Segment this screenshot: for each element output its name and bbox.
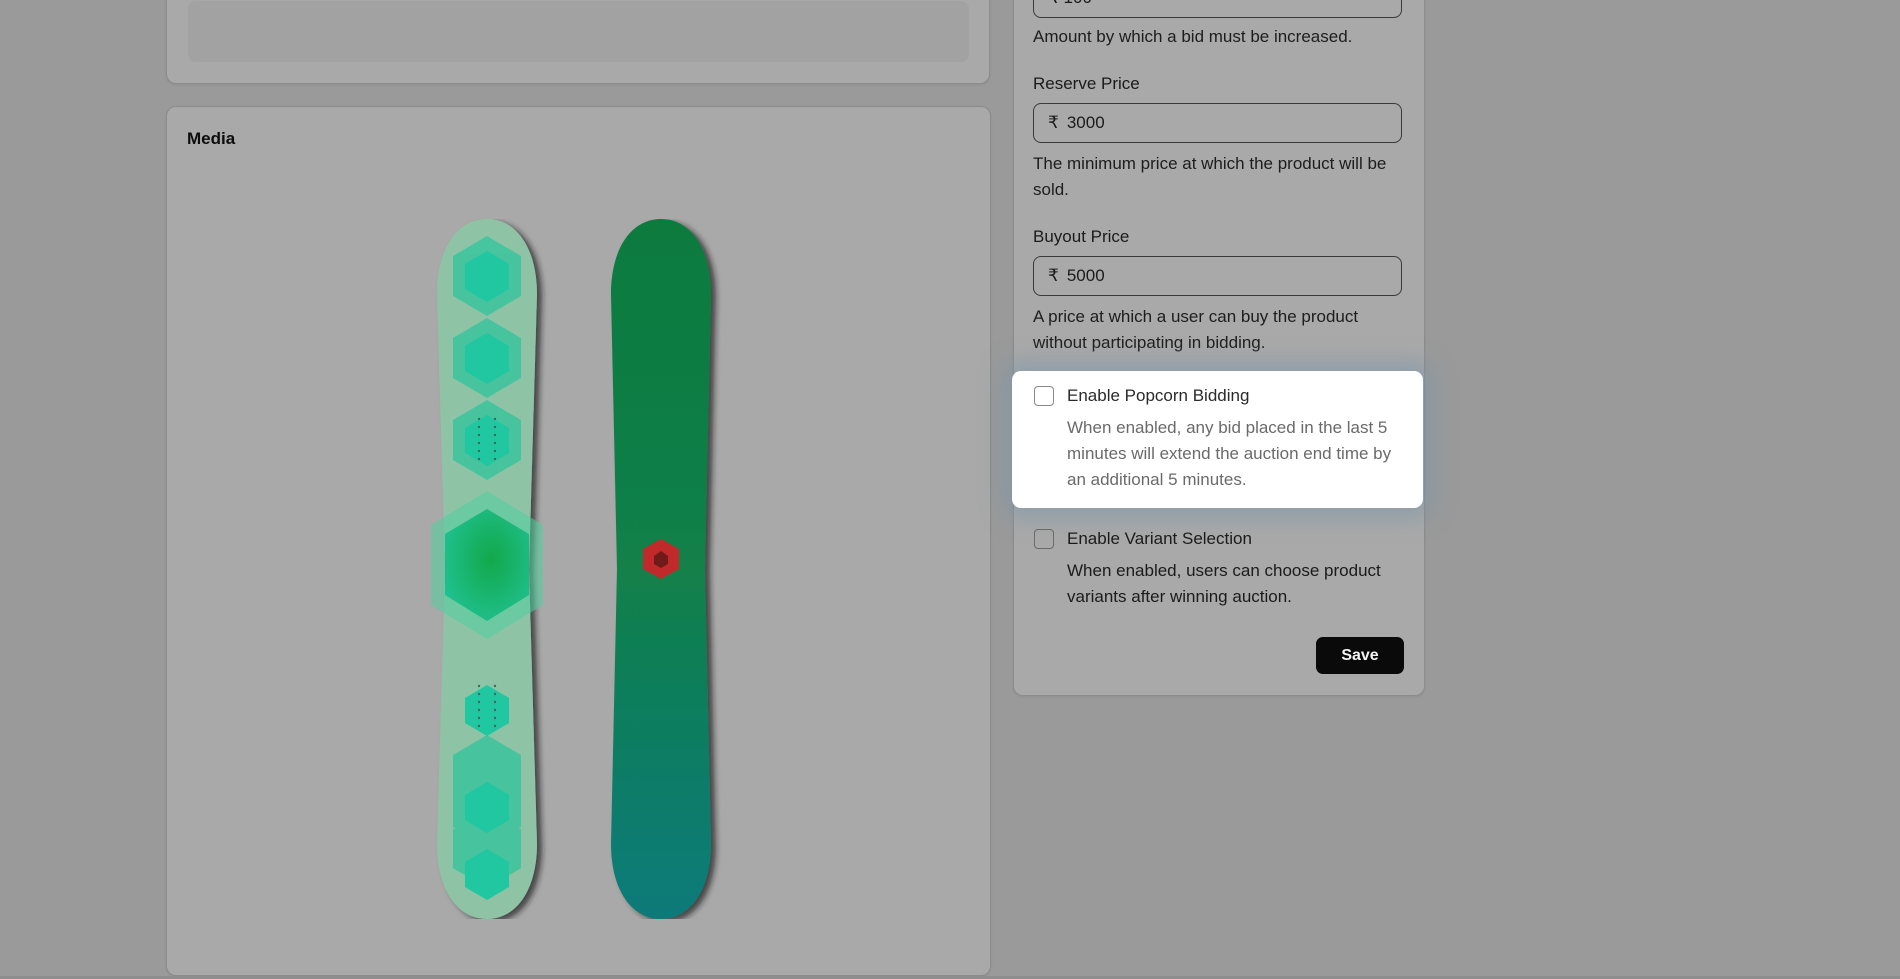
popcorn-bidding-label[interactable]: Enable Popcorn Bidding xyxy=(1067,386,1249,406)
bid-increment-help: Amount by which a bid must be increased. xyxy=(1033,27,1353,46)
previous-section-card xyxy=(166,0,990,84)
currency-symbol: ₹ xyxy=(1048,113,1059,132)
previous-section-placeholder xyxy=(188,1,969,62)
buyout-price-label: Buyout Price xyxy=(1033,227,1130,246)
bid-increment-value: ₹ 100 xyxy=(1048,0,1092,8)
variant-selection-label[interactable]: Enable Variant Selection xyxy=(1067,529,1252,549)
reserve-price-help: The minimum price at which the product w… xyxy=(1033,154,1387,199)
variant-selection-checkbox[interactable] xyxy=(1034,529,1054,549)
buyout-price-value: 5000 xyxy=(1066,266,1105,285)
buyout-price-help: A price at which a user can buy the prod… xyxy=(1033,307,1359,352)
buyout-price-input[interactable]: ₹ 5000 xyxy=(1033,256,1402,296)
product-image[interactable] xyxy=(417,219,727,919)
variant-selection-description: When enabled, users can choose product v… xyxy=(1067,561,1381,606)
popcorn-bidding-checkbox[interactable] xyxy=(1034,386,1054,406)
popcorn-bidding-description: When enabled, any bid placed in the last… xyxy=(1067,418,1392,489)
currency-symbol: ₹ xyxy=(1048,266,1059,285)
reserve-price-label: Reserve Price xyxy=(1033,74,1140,93)
media-title: Media xyxy=(187,129,236,148)
reserve-price-value: 3000 xyxy=(1066,113,1105,132)
snowboard-image xyxy=(431,219,711,919)
reserve-price-input[interactable]: ₹ 3000 xyxy=(1033,103,1402,143)
media-card: Media xyxy=(166,106,991,976)
save-button[interactable]: Save xyxy=(1316,637,1404,674)
bid-increment-input[interactable]: ₹ 100 xyxy=(1033,0,1402,18)
